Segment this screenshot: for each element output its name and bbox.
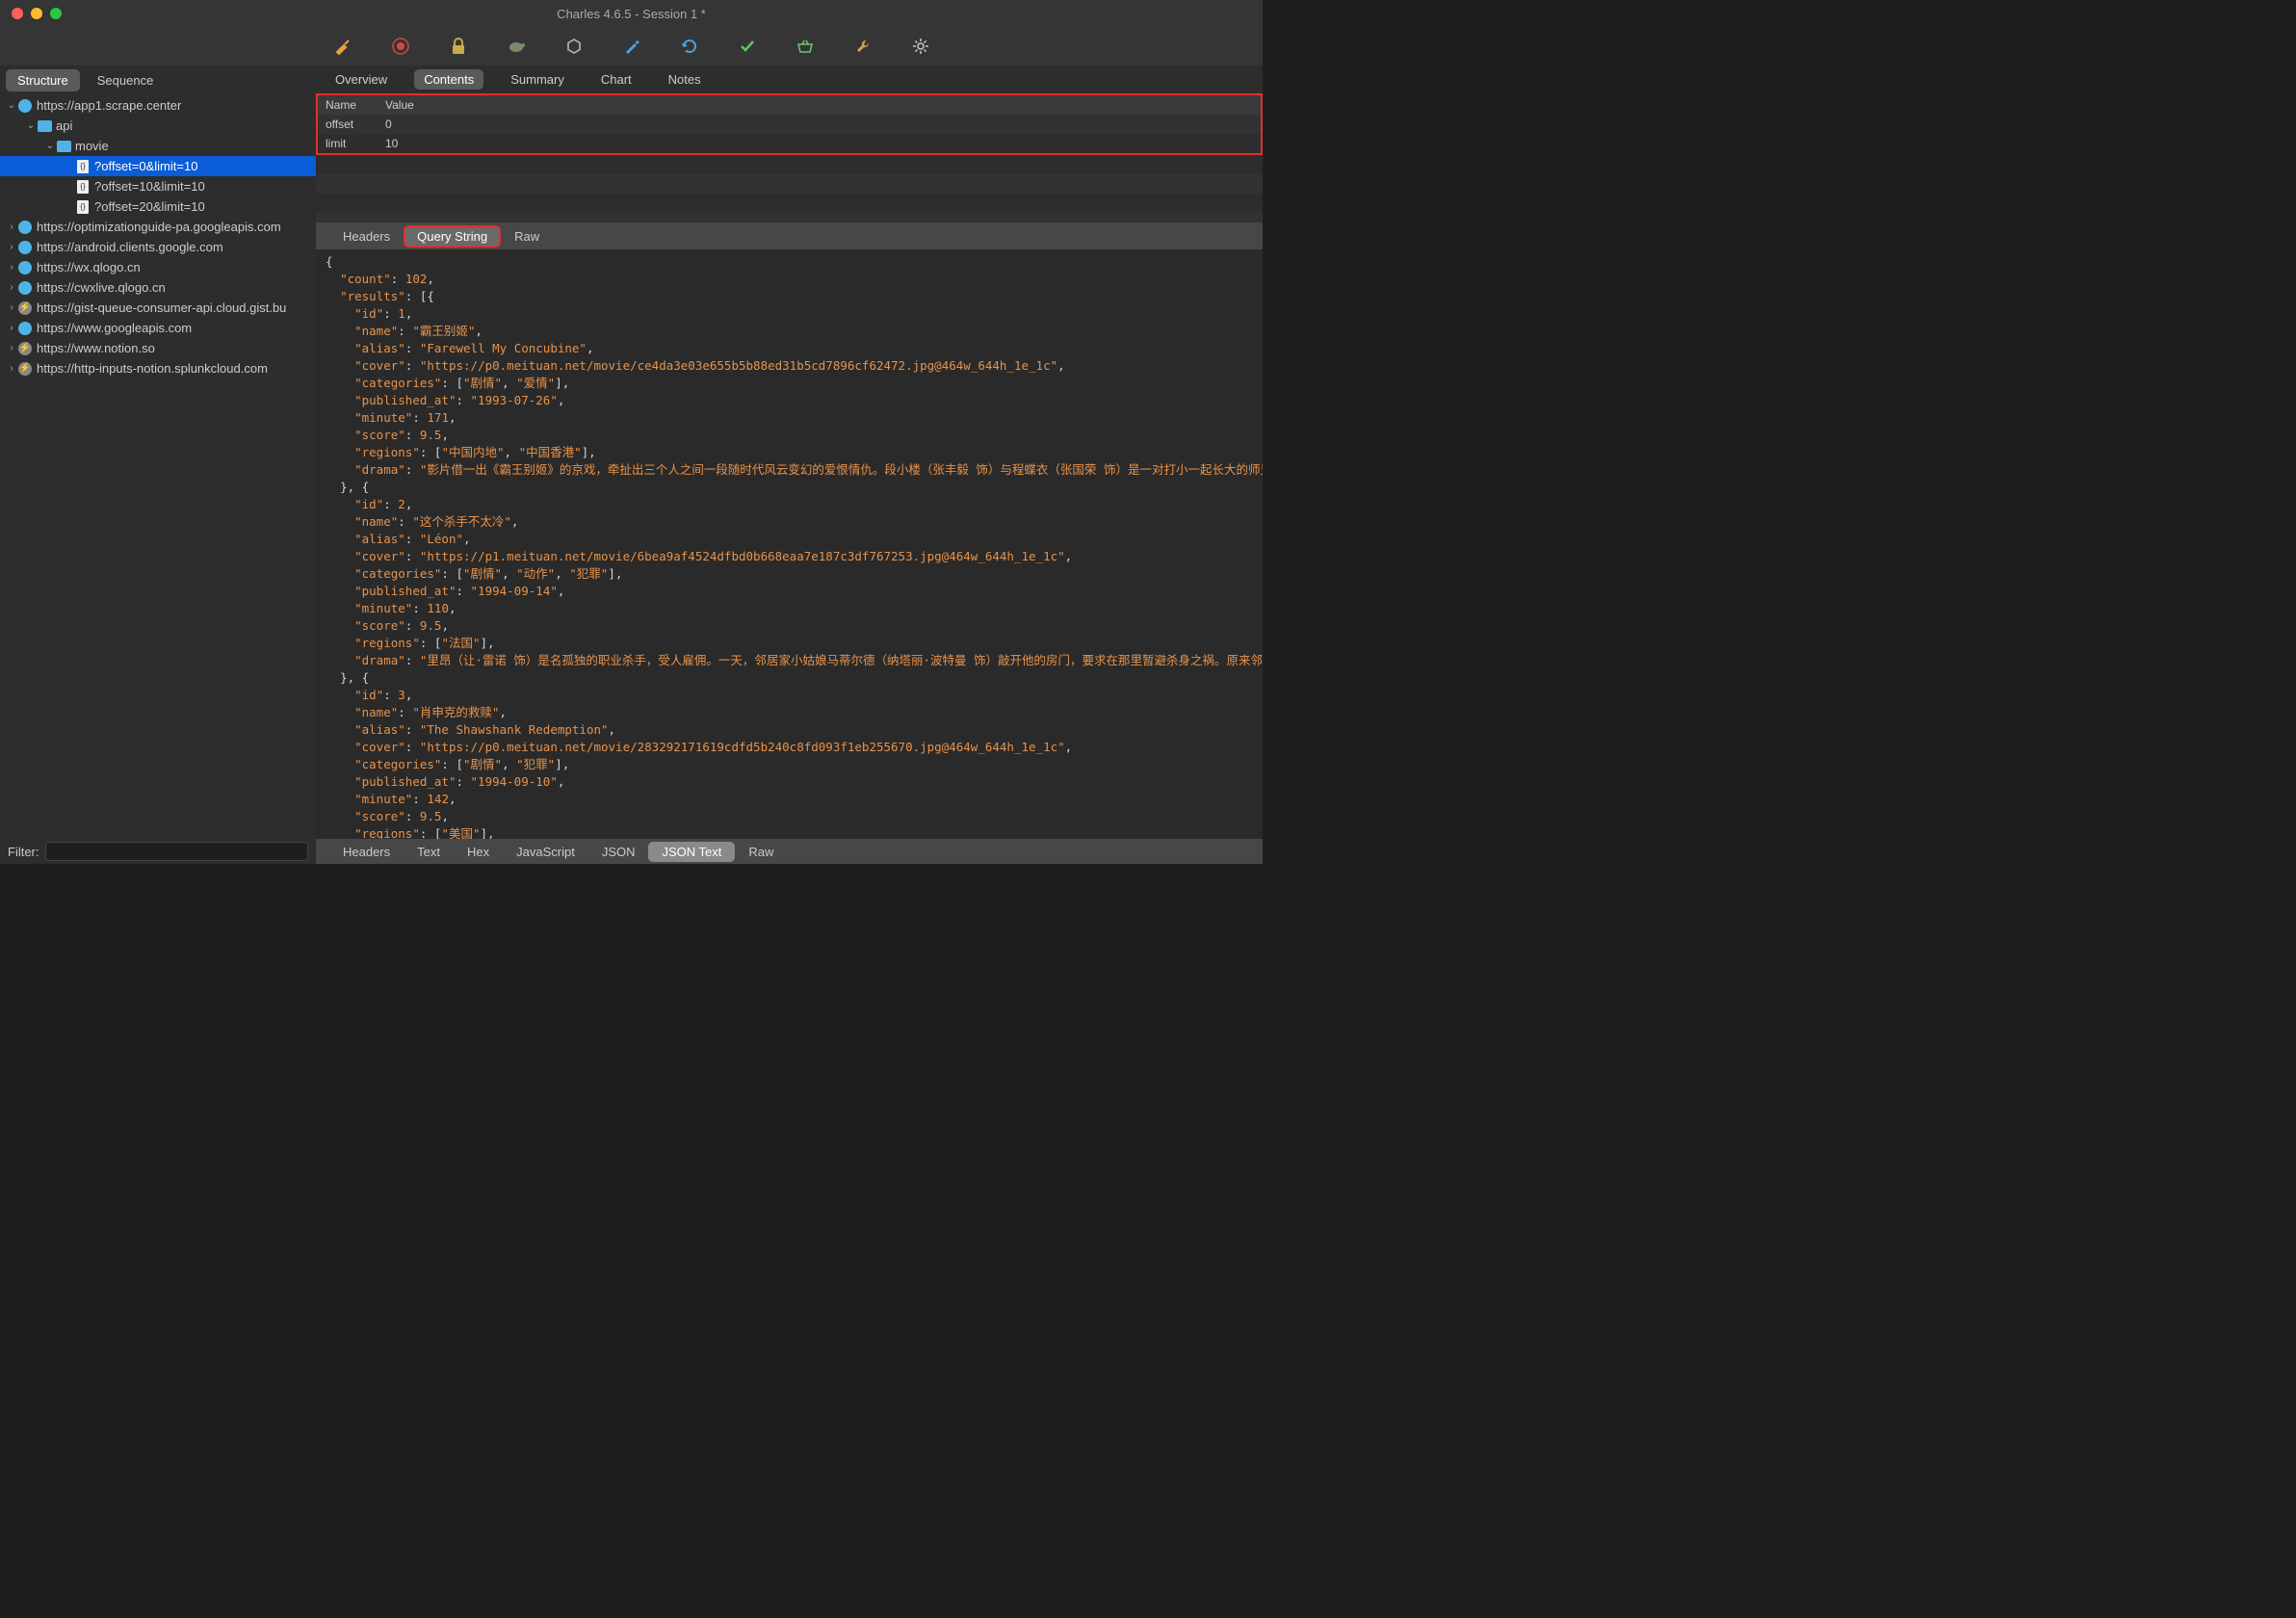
rtab-chart[interactable]: Chart — [591, 69, 641, 90]
rtab-summary[interactable]: Summary — [501, 69, 574, 90]
tab-structure[interactable]: Structure — [6, 69, 80, 91]
check-icon[interactable] — [738, 37, 757, 56]
rtab-contents[interactable]: Contents — [414, 69, 483, 90]
toolbar — [0, 27, 1263, 65]
col-value: Value — [378, 98, 422, 112]
tree-row[interactable]: ⌄https://app1.scrape.center — [0, 95, 316, 116]
request-tabs: HeadersQuery StringRaw — [316, 222, 1263, 249]
broom-icon[interactable] — [333, 37, 352, 56]
resptab-json-text[interactable]: JSON Text — [648, 842, 735, 862]
minimize-window[interactable] — [31, 8, 42, 19]
resptab-text[interactable]: Text — [404, 842, 454, 862]
query-table: Name Value offset0 limit10 — [316, 93, 1263, 155]
tree-row[interactable]: ›https://www.googleapis.com — [0, 318, 316, 338]
filter-label: Filter: — [8, 845, 39, 859]
resptab-hex[interactable]: Hex — [454, 842, 503, 862]
resptab-headers[interactable]: Headers — [329, 842, 404, 862]
record-icon[interactable] — [391, 37, 410, 56]
reqtab-query-string[interactable]: Query String — [404, 225, 501, 248]
resptab-javascript[interactable]: JavaScript — [503, 842, 588, 862]
close-window[interactable] — [12, 8, 23, 19]
tree-view[interactable]: ⌄https://app1.scrape.center⌄api⌄movie{}?… — [0, 95, 316, 839]
window-title: Charles 4.6.5 - Session 1 * — [557, 7, 706, 21]
tree-row[interactable]: ›https://cwxlive.qlogo.cn — [0, 277, 316, 298]
reqtab-raw[interactable]: Raw — [501, 225, 553, 248]
tree-row[interactable]: ›⚡https://http-inputs-notion.splunkcloud… — [0, 358, 316, 378]
tab-sequence[interactable]: Sequence — [86, 69, 166, 91]
lock-icon[interactable] — [449, 37, 468, 56]
rtab-notes[interactable]: Notes — [659, 69, 711, 90]
tree-row[interactable]: ⌄movie — [0, 136, 316, 156]
col-name: Name — [318, 98, 378, 112]
tree-row[interactable]: ›https://optimizationguide-pa.googleapis… — [0, 217, 316, 237]
empty-rows — [316, 155, 1263, 222]
tree-row[interactable]: ›https://android.clients.google.com — [0, 237, 316, 257]
tree-row[interactable]: ›https://wx.qlogo.cn — [0, 257, 316, 277]
tree-row[interactable]: {}?offset=0&limit=10 — [0, 156, 316, 176]
reqtab-headers[interactable]: Headers — [329, 225, 404, 248]
pencil-icon[interactable] — [622, 37, 641, 56]
titlebar: Charles 4.6.5 - Session 1 * — [0, 0, 1263, 27]
q-val: 10 — [378, 137, 405, 150]
resptab-json[interactable]: JSON — [588, 842, 649, 862]
resptab-raw[interactable]: Raw — [735, 842, 787, 862]
refresh-icon[interactable] — [680, 37, 699, 56]
hexagon-icon[interactable] — [564, 37, 584, 56]
tree-row[interactable]: ⌄api — [0, 116, 316, 136]
tree-row[interactable]: {}?offset=10&limit=10 — [0, 176, 316, 196]
tree-row[interactable]: ›⚡https://gist-queue-consumer-api.cloud.… — [0, 298, 316, 318]
right-tabs: Overview Contents Summary Chart Notes — [316, 65, 1263, 93]
filter-input[interactable] — [45, 842, 309, 861]
tree-row[interactable]: {}?offset=20&limit=10 — [0, 196, 316, 217]
q-name: limit — [318, 137, 378, 150]
response-tabs: HeadersTextHexJavaScriptJSONJSON TextRaw — [316, 839, 1263, 864]
turtle-icon[interactable] — [507, 37, 526, 56]
basket-icon[interactable] — [796, 37, 815, 56]
q-name: offset — [318, 117, 378, 131]
gear-icon[interactable] — [911, 37, 930, 56]
json-content[interactable]: { "count": 102, "results": [{ "id": 1, "… — [316, 249, 1263, 839]
wrench-icon[interactable] — [853, 37, 873, 56]
q-val: 0 — [378, 117, 400, 131]
tree-row[interactable]: ›⚡https://www.notion.so — [0, 338, 316, 358]
left-tabs: Structure Sequence — [0, 65, 316, 95]
filter-bar: Filter: — [0, 839, 316, 864]
maximize-window[interactable] — [50, 8, 62, 19]
rtab-overview[interactable]: Overview — [326, 69, 397, 90]
